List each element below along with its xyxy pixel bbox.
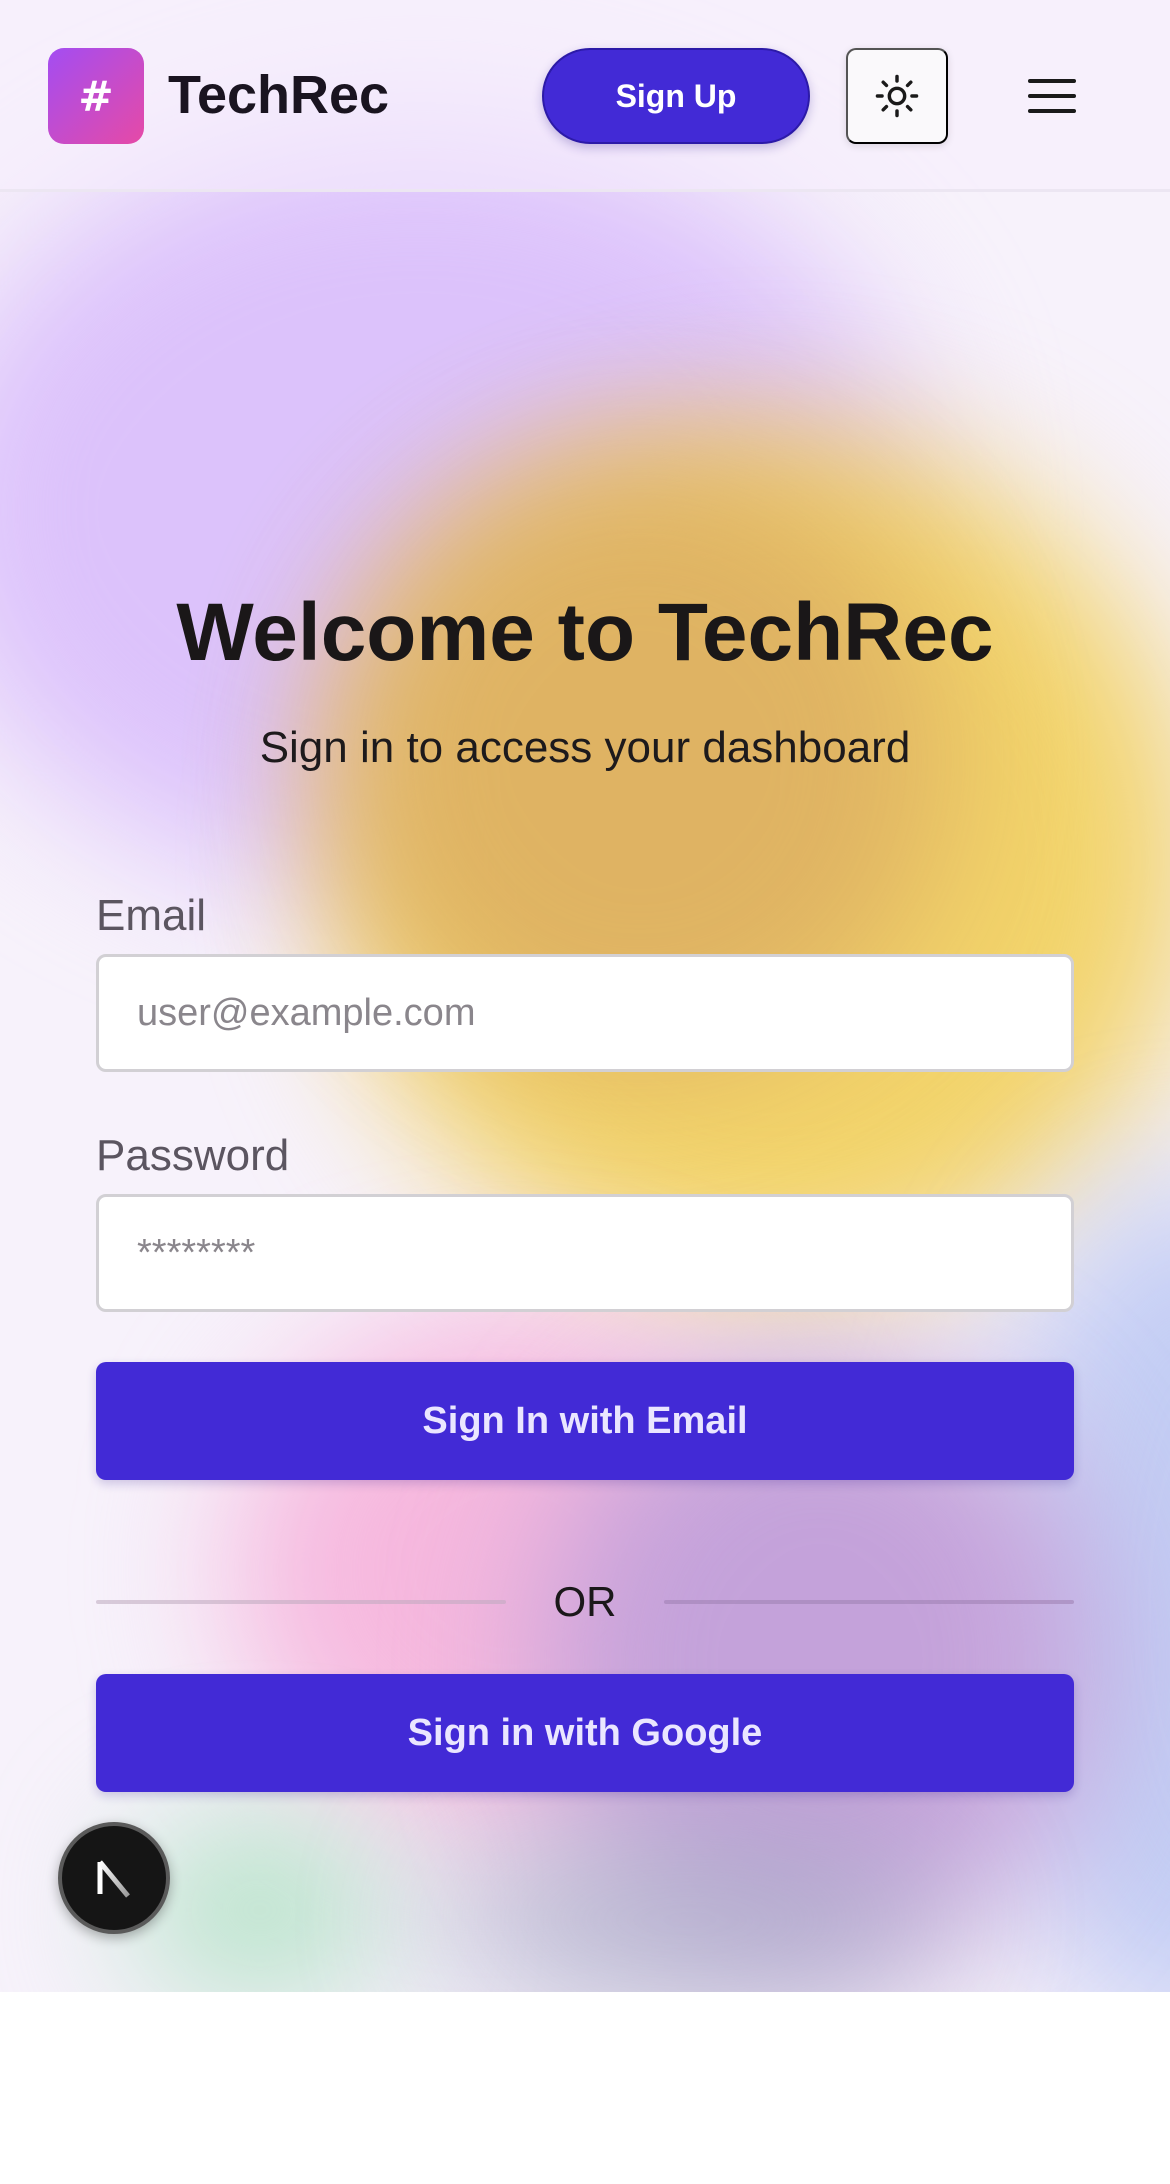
menu-button[interactable]: [1012, 60, 1092, 132]
hamburger-menu-icon: [1028, 79, 1076, 113]
nextjs-logo-icon: [97, 1860, 130, 1898]
sign-in-email-button[interactable]: Sign In with Email: [96, 1362, 1074, 1480]
page-subtitle: Sign in to access your dashboard: [259, 723, 911, 772]
divider-or-text: OR: [553, 1578, 617, 1625]
top-navbar: # TechRec Sign Up: [0, 0, 1170, 192]
divider-line-right: [664, 1600, 1074, 1604]
sign-in-google-button[interactable]: Sign in with Google: [96, 1674, 1074, 1792]
signin-page: # TechRec Sign Up Welcome to TechRec Sig…: [0, 0, 1170, 2184]
page-title: Welcome to TechRec: [176, 587, 994, 678]
divider-line-left: [96, 1600, 506, 1604]
brand-name[interactable]: TechRec: [168, 58, 389, 132]
email-input[interactable]: [96, 954, 1074, 1072]
logo-symbol: #: [78, 71, 114, 121]
background-blob-green: [130, 1820, 390, 1992]
theme-toggle-button[interactable]: [846, 48, 948, 144]
password-input[interactable]: [96, 1194, 1074, 1312]
email-label: Email: [96, 891, 207, 940]
sun-icon: [875, 74, 919, 118]
sign-up-button[interactable]: Sign Up: [542, 48, 810, 144]
password-label: Password: [96, 1131, 290, 1180]
nextjs-dev-badge[interactable]: [58, 1822, 170, 1934]
logo-icon[interactable]: #: [48, 48, 144, 144]
